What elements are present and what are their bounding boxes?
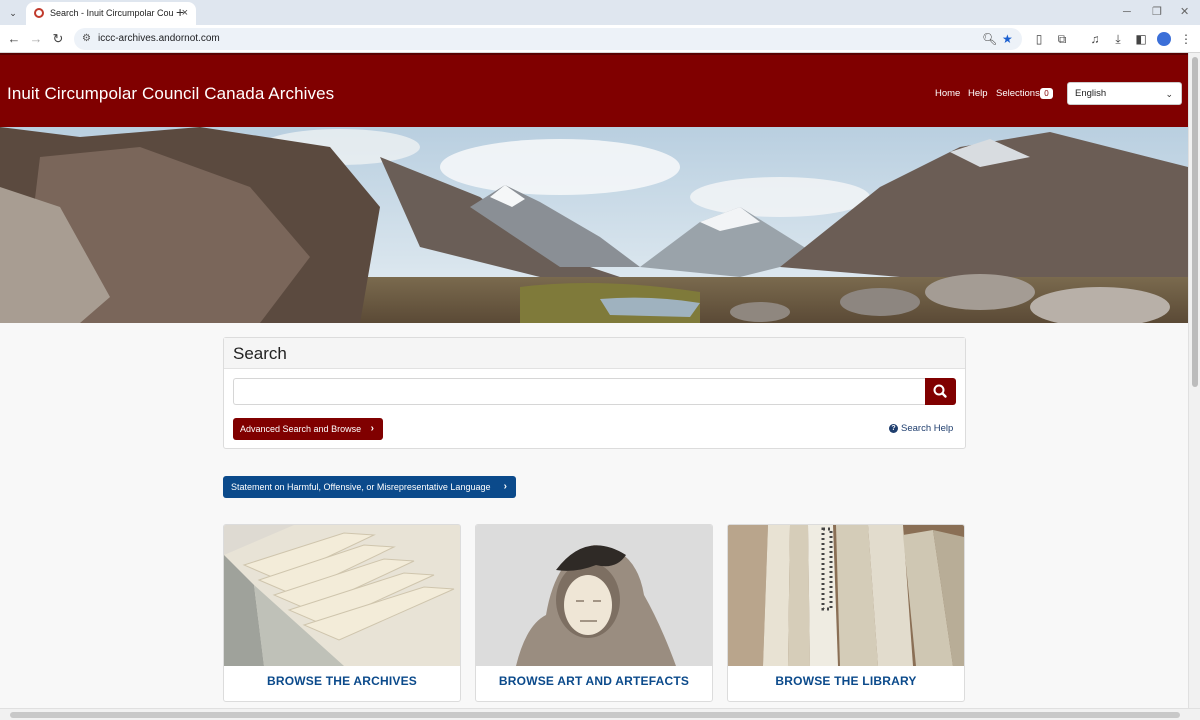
browser-window: ⌄ Search - Inuit Circumpolar Cou × + ─ ❐…	[0, 0, 1200, 720]
address-bar[interactable]: ⚙ iccc-archives.andornot.com 🔍︎ ★	[74, 28, 1022, 50]
side-panel-icon[interactable]: ◧	[1133, 31, 1149, 47]
menu-kebab-icon[interactable]: ⋮	[1178, 31, 1194, 47]
browse-art-label: BROWSE ART AND ARTEFACTS	[498, 674, 690, 688]
question-circle-icon: ?	[889, 424, 898, 433]
search-input[interactable]	[233, 378, 926, 405]
vertical-scroll-thumb[interactable]	[1192, 57, 1198, 387]
downloads-icon[interactable]: ⤓	[1110, 31, 1126, 47]
language-select[interactable]: English ⌄	[1067, 82, 1182, 105]
maximize-button[interactable]: ❐	[1152, 5, 1162, 19]
horizontal-scroll-thumb[interactable]	[10, 712, 1180, 718]
page-content: Inuit Circumpolar Council Canada Archive…	[0, 53, 1188, 708]
chevron-right-icon: ›	[503, 481, 507, 492]
toolbar: ← → ↻ ⚙ iccc-archives.andornot.com 🔍︎ ★ …	[0, 25, 1200, 53]
nav-selections-link[interactable]: Selections	[996, 88, 1040, 100]
nav-help-link[interactable]: Help	[968, 88, 988, 100]
site-header: Inuit Circumpolar Council Canada Archive…	[0, 53, 1188, 127]
bookmark-star-icon[interactable]: ★	[1002, 31, 1013, 47]
browse-archives-label: BROWSE THE ARCHIVES	[266, 674, 418, 688]
url-text[interactable]: iccc-archives.andornot.com	[98, 32, 220, 46]
media-controls-icon[interactable]: ♫	[1087, 31, 1103, 47]
horizontal-scrollbar[interactable]	[0, 708, 1200, 720]
search-help-label: Search Help	[901, 423, 954, 434]
hero-banner-image	[0, 127, 1188, 323]
browse-library-label: BROWSE THE LIBRARY	[775, 674, 917, 688]
file-folders-image	[224, 525, 460, 666]
zoom-icon[interactable]: 🔍︎	[982, 31, 997, 47]
search-panel-header: Search	[224, 338, 965, 369]
close-window-button[interactable]: ✕	[1180, 5, 1189, 19]
nav-home-link[interactable]: Home	[935, 88, 960, 100]
selections-count-badge: 0	[1040, 88, 1053, 99]
language-selected-value: English	[1075, 88, 1107, 99]
advanced-search-button[interactable]: Advanced Search and Browse ›	[233, 418, 383, 440]
language-statement-label: Statement on Harmful, Offensive, or Misr…	[231, 482, 491, 492]
advanced-search-label: Advanced Search and Browse	[240, 424, 362, 434]
site-title[interactable]: Inuit Circumpolar Council Canada Archive…	[7, 83, 334, 105]
back-icon[interactable]: ←	[6, 31, 22, 47]
search-panel: Search Advanced Search and Browse › ? Se…	[223, 337, 966, 449]
carved-figure-image	[476, 525, 712, 666]
reload-icon[interactable]: ↻	[50, 31, 66, 47]
browse-library-tile[interactable]: BROWSE THE LIBRARY	[727, 524, 965, 702]
browse-art-tile[interactable]: BROWSE ART AND ARTEFACTS	[475, 524, 713, 702]
minimize-button[interactable]: ─	[1123, 5, 1131, 19]
browse-archives-tile[interactable]: BROWSE THE ARCHIVES	[223, 524, 461, 702]
extensions-icon[interactable]: ⧉	[1054, 31, 1070, 47]
search-icon	[933, 384, 947, 398]
chevron-down-icon: ⌄	[1165, 89, 1173, 99]
favicon-icon	[34, 8, 44, 18]
new-tab-button[interactable]: +	[176, 4, 184, 20]
reading-mode-icon[interactable]: ▯	[1031, 31, 1047, 47]
language-statement-button[interactable]: Statement on Harmful, Offensive, or Misr…	[223, 476, 516, 498]
site-info-icon[interactable]: ⚙	[82, 32, 91, 46]
profile-avatar[interactable]	[1157, 32, 1171, 46]
tab-strip: ⌄ Search - Inuit Circumpolar Cou × + ─ ❐…	[0, 0, 1200, 25]
search-submit-button[interactable]	[925, 378, 956, 405]
tab-search-button[interactable]: ⌄	[5, 5, 21, 21]
book-spines-image	[728, 525, 964, 666]
vertical-scrollbar[interactable]	[1188, 53, 1200, 708]
forward-icon[interactable]: →	[28, 31, 44, 47]
search-heading: Search	[233, 344, 287, 363]
chevron-right-icon: ›	[370, 423, 374, 434]
browser-tab[interactable]: Search - Inuit Circumpolar Cou ×	[26, 2, 196, 25]
tab-title: Search - Inuit Circumpolar Cou	[50, 8, 174, 18]
